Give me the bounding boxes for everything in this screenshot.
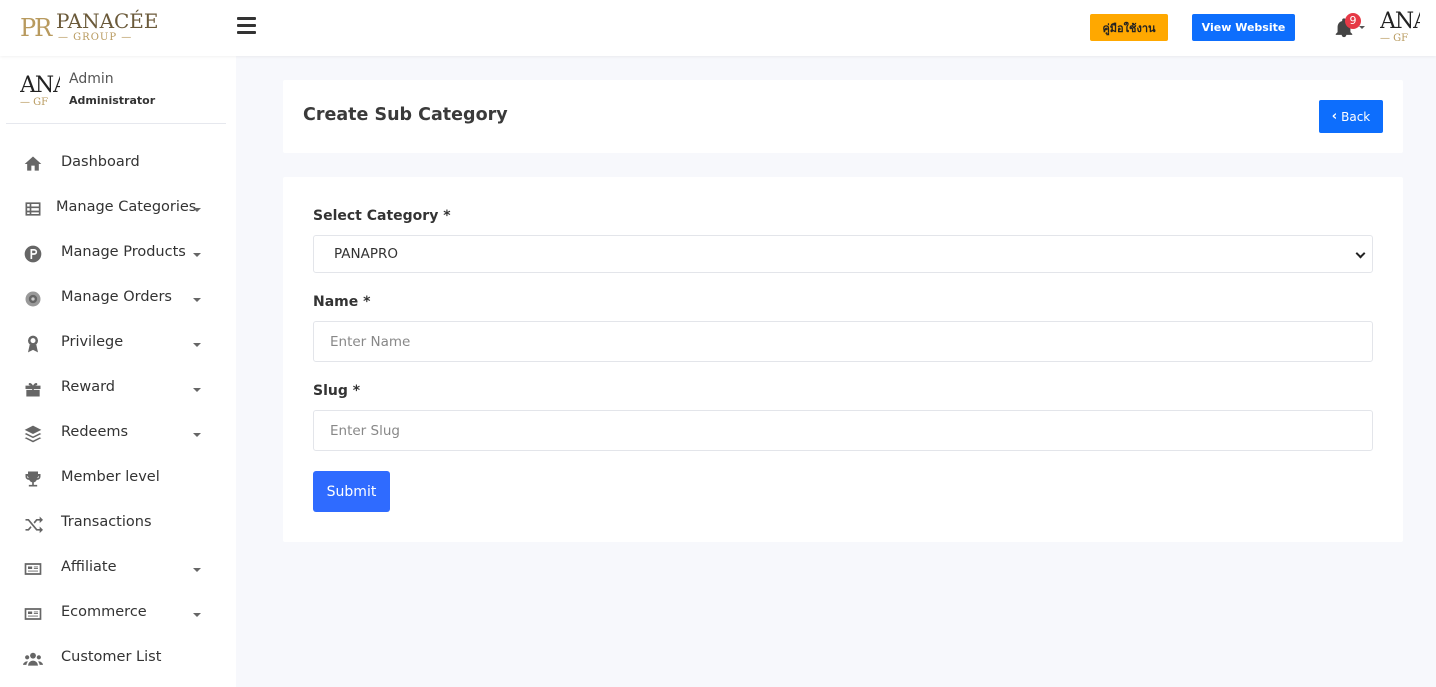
back-button[interactable]: ‹ Back <box>1319 100 1383 133</box>
sidebar-item-manage-orders[interactable]: Manage Orders <box>0 277 236 322</box>
sidebar-item-label: Transactions <box>61 514 152 530</box>
sidebar-item-label: Manage Products <box>61 244 186 260</box>
avatar-text: ANA <box>1380 10 1420 34</box>
category-select-value: PANAPRO <box>334 246 398 262</box>
user-avatar: ANA — GF <box>20 74 60 108</box>
sidebar-item-transactions[interactable]: Transactions <box>0 502 236 547</box>
back-button-label: Back <box>1341 109 1371 124</box>
page-title: Create Sub Category <box>303 105 508 125</box>
sidebar-item-label: Redeems <box>61 424 129 440</box>
avatar-subtext: — GF <box>1380 33 1409 44</box>
slug-label: Slug * <box>313 383 361 399</box>
sidebar-item-dashboard[interactable]: Dashboard <box>0 142 236 187</box>
chevron-left-icon: ‹ <box>1331 109 1338 124</box>
menu-toggle-icon[interactable] <box>237 17 256 35</box>
sidebar-item-label: Member level <box>61 469 160 485</box>
avatar[interactable]: ANA — GF <box>1380 10 1420 46</box>
category-select[interactable]: PANAPRO <box>313 235 1373 273</box>
chevron-down-icon <box>193 388 201 392</box>
view-website-button[interactable]: View Website <box>1192 14 1295 41</box>
user-avatar-subtext: — GF <box>20 97 49 108</box>
chevron-down-icon <box>193 298 201 302</box>
sidebar-divider <box>6 123 226 124</box>
brand-monogram: PR <box>20 14 52 42</box>
user-role: Administrator <box>69 94 156 107</box>
manual-button[interactable]: คู่มือใช้งาน <box>1090 14 1168 41</box>
user-name: Admin <box>69 71 114 87</box>
gift-icon <box>22 378 44 400</box>
top-bar: PR PANACÉE — GROUP — คู่มือใช้งาน View W… <box>0 0 1436 56</box>
sidebar-item-label: Manage Categories <box>56 199 197 215</box>
sidebar-item-manage-categories[interactable]: Manage Categories <box>0 187 236 232</box>
chevron-down-icon <box>193 568 201 572</box>
page-header-card: Create Sub Category ‹ Back <box>283 80 1403 153</box>
chevron-down-icon[interactable] <box>1359 26 1365 29</box>
sidebar-item-label: Customer List <box>61 649 162 665</box>
layers-icon <box>22 423 44 445</box>
chevron-down-icon <box>193 253 201 257</box>
name-input[interactable] <box>313 321 1373 362</box>
sidebar-item-ecommerce[interactable]: Ecommerce <box>0 592 236 637</box>
sidebar-item-label: Reward <box>61 379 115 395</box>
sidebar-item-affiliate[interactable]: Affiliate <box>0 547 236 592</box>
sidebar-item-label: Manage Orders <box>61 289 172 305</box>
chevron-down-icon <box>193 208 201 212</box>
slug-input[interactable] <box>313 410 1373 451</box>
category-label: Select Category * <box>313 208 451 224</box>
name-label: Name * <box>313 294 371 310</box>
sub-category-form: Select Category * PANAPRO Name * Slug * … <box>283 177 1403 542</box>
user-avatar-text: ANA <box>20 74 60 98</box>
sidebar-item-label: Dashboard <box>61 154 140 170</box>
sidebar-item-label: Privilege <box>61 334 124 350</box>
brand-subtitle: — GROUP — <box>58 32 133 43</box>
trophy-icon <box>22 468 44 490</box>
sidebar-item-member-level[interactable]: Member level <box>0 457 236 502</box>
submit-button[interactable]: Submit <box>313 471 390 512</box>
newspaper-icon <box>22 603 44 625</box>
brand-name: PANACÉE <box>56 9 159 33</box>
sidebar-item-manage-products[interactable]: Manage Products <box>0 232 236 277</box>
sidebar-item-privilege[interactable]: Privilege <box>0 322 236 367</box>
chevron-down-icon <box>193 343 201 347</box>
users-icon <box>22 648 44 670</box>
sidebar-item-redeems[interactable]: Redeems <box>0 412 236 457</box>
product-p-icon <box>22 243 44 265</box>
sidebar-menu: Dashboard Manage Categories Manage Produ… <box>0 142 236 682</box>
sidebar-item-label: Ecommerce <box>61 604 147 620</box>
shuffle-icon <box>22 513 44 535</box>
chevron-down-icon <box>193 433 201 437</box>
sidebar-item-label: Affiliate <box>61 559 117 575</box>
sidebar-item-customer-list[interactable]: Customer List <box>0 637 236 682</box>
orders-icon <box>22 288 44 310</box>
chevron-down-icon <box>193 613 201 617</box>
sidebar-item-reward[interactable]: Reward <box>0 367 236 412</box>
list-icon <box>22 198 44 220</box>
newspaper-icon <box>22 558 44 580</box>
brand-logo[interactable]: PR PANACÉE — GROUP — <box>20 9 159 47</box>
chevron-down-icon <box>1355 248 1366 259</box>
award-icon <box>22 333 44 355</box>
user-panel: ANA — GF Admin Administrator <box>20 68 226 124</box>
home-icon <box>22 153 44 175</box>
sidebar: ANA — GF Admin Administrator Dashboard M… <box>0 56 236 687</box>
